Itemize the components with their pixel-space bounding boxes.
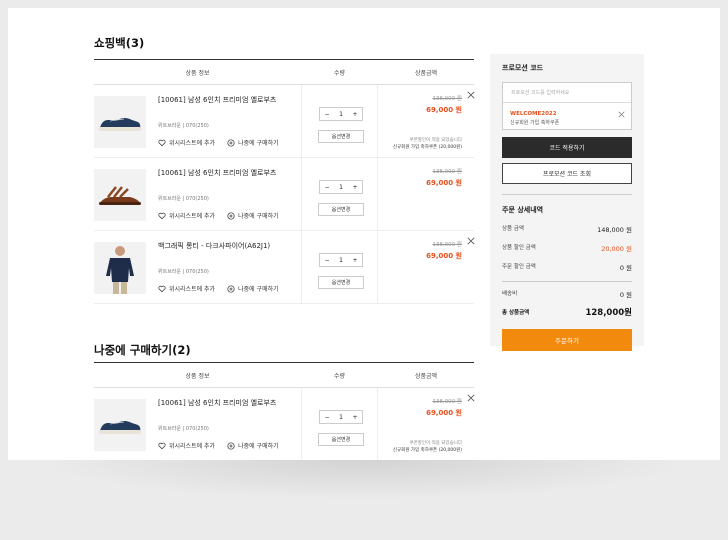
quantity-value: 1 bbox=[339, 413, 343, 421]
buy-later-section: 상품 정보 수량 상품금액 [10061] 남성 6인치 프리미엄 옐로부츠 위… bbox=[94, 362, 475, 460]
quantity-value: 1 bbox=[339, 110, 343, 118]
heart-icon bbox=[158, 212, 166, 219]
wishlist-button[interactable]: 위시리스트에 추가 bbox=[158, 441, 215, 450]
product-image-sneaker[interactable] bbox=[94, 399, 146, 451]
minus-button[interactable]: − bbox=[320, 257, 334, 264]
heart-icon bbox=[158, 139, 166, 146]
close-icon[interactable] bbox=[467, 91, 475, 99]
sale-price: 69,000 원 bbox=[426, 179, 462, 187]
original-price: 138,000 원 bbox=[432, 242, 462, 248]
original-price: 138,000 원 bbox=[432, 169, 462, 175]
header-info: 상품 정보 bbox=[185, 372, 210, 380]
heart-icon bbox=[158, 442, 166, 449]
table-row: [10061] 남성 6인치 프리미엄 옐로부츠 위트브라운 | 070(250… bbox=[94, 158, 474, 231]
buy-later-button[interactable]: 나중에 구매하기 bbox=[227, 284, 279, 293]
quantity-value: 1 bbox=[339, 256, 343, 264]
buy-later-title: 나중에 구매하기(2) bbox=[94, 343, 191, 357]
table-row: 백그래픽 롱티 - 다크사파이어(A62J1) 위트브라운 | 070(250)… bbox=[94, 231, 475, 304]
product-image-longsleeve[interactable] bbox=[94, 242, 146, 294]
header-price: 상품금액 bbox=[414, 69, 438, 77]
table-header: 상품 정보 수량 상품금액 bbox=[94, 59, 474, 85]
heart-icon bbox=[158, 285, 166, 292]
product-option: 위트브라운 | 070(250) bbox=[158, 269, 209, 275]
buy-later-button[interactable]: 나중에 구매하기 bbox=[227, 211, 279, 220]
quantity-stepper: − 1 + bbox=[319, 107, 363, 121]
sale-price: 69,000 원 bbox=[426, 106, 462, 114]
summary-row: 상품 할인 금액 20,000 원 bbox=[502, 245, 632, 253]
plus-circle-icon bbox=[227, 284, 235, 293]
change-option-button[interactable]: 옵션변경 bbox=[318, 433, 364, 446]
product-name[interactable]: [10061] 남성 6인치 프리미엄 옐로부츠 bbox=[158, 95, 288, 106]
applied-coupon-desc: 신규회원 가입 축하쿠폰 bbox=[510, 120, 560, 126]
header-price: 상품금액 bbox=[414, 372, 438, 380]
wishlist-button[interactable]: 위시리스트에 추가 bbox=[158, 211, 215, 220]
total-row: 총 상품금액 128,000원 bbox=[502, 308, 632, 318]
minus-button[interactable]: − bbox=[320, 184, 334, 191]
buy-later-button[interactable]: 나중에 구매하기 bbox=[227, 138, 279, 147]
change-option-button[interactable]: 옵션변경 bbox=[318, 130, 364, 143]
summary-row: 상품 금액 148,000 원 bbox=[502, 226, 632, 234]
change-option-button[interactable]: 옵션변경 bbox=[318, 276, 364, 289]
apply-code-button[interactable]: 코드 적용하기 bbox=[502, 137, 632, 158]
table-header: 상품 정보 수량 상품금액 bbox=[94, 362, 474, 388]
change-option-button[interactable]: 옵션변경 bbox=[318, 203, 364, 216]
total-amount: 128,000원 bbox=[585, 308, 632, 318]
buy-later-button[interactable]: 나중에 구매하기 bbox=[227, 441, 279, 450]
quantity-stepper: − 1 + bbox=[319, 180, 363, 194]
minus-button[interactable]: − bbox=[320, 111, 334, 118]
plus-button[interactable]: + bbox=[348, 184, 362, 191]
table-row: [10061] 남성 6인치 프리미엄 옐로부츠 위트브라운 | 070(250… bbox=[94, 388, 475, 460]
plus-circle-icon bbox=[227, 211, 235, 220]
shopping-bag-title: 쇼핑백(3) bbox=[94, 36, 145, 50]
wishlist-button[interactable]: 위시리스트에 추가 bbox=[158, 284, 215, 293]
coupon-note: 쿠폰할인이 적용 되었습니다 bbox=[409, 138, 462, 143]
shipping-row: 배송비 0 원 bbox=[502, 291, 632, 299]
coupon-note: 쿠폰할인이 적용 되었습니다 bbox=[409, 441, 462, 446]
promo-box: 프로모션 코드를 입력하세요 WELCOME2022 신규회원 가입 축하쿠폰 bbox=[502, 82, 632, 130]
sale-price: 69,000 원 bbox=[426, 409, 462, 417]
product-image-sandal[interactable] bbox=[94, 169, 146, 221]
product-option: 위트브라운 | 070(250) bbox=[158, 196, 209, 202]
close-icon[interactable] bbox=[467, 394, 475, 402]
order-summary-panel: 프로모션 코드 프로모션 코드를 입력하세요 WELCOME2022 신규회원 … bbox=[490, 54, 644, 351]
promo-input[interactable]: 프로모션 코드를 입력하세요 bbox=[503, 83, 631, 103]
product-option: 위트브라운 | 070(250) bbox=[158, 123, 209, 129]
product-name[interactable]: 백그래픽 롱티 - 다크사파이어(A62J1) bbox=[158, 241, 288, 252]
plus-button[interactable]: + bbox=[348, 257, 362, 264]
product-name[interactable]: [10061] 남성 6인치 프리미엄 옐로부츠 bbox=[158, 168, 288, 179]
quantity-stepper: − 1 + bbox=[319, 410, 363, 424]
product-option: 위트브라운 | 070(250) bbox=[158, 426, 209, 432]
quantity-value: 1 bbox=[339, 183, 343, 191]
applied-coupon-code: WELCOME2022 bbox=[510, 111, 557, 117]
header-qty: 수량 bbox=[333, 69, 346, 77]
product-name[interactable]: [10061] 남성 6인치 프리미엄 옐로부츠 bbox=[158, 398, 288, 409]
coupon-detail: 신규회원 가입 축하쿠폰 (20,000원) bbox=[392, 145, 462, 150]
quantity-stepper: − 1 + bbox=[319, 253, 363, 267]
header-info: 상품 정보 bbox=[185, 69, 210, 77]
lookup-code-button[interactable]: 프로모션 코드 조회 bbox=[502, 163, 632, 184]
promo-title: 프로모션 코드 bbox=[502, 64, 544, 72]
plus-button[interactable]: + bbox=[348, 111, 362, 118]
coupon-detail: 신규회원 가입 축하쿠폰 (20,000원) bbox=[392, 448, 462, 453]
close-icon[interactable] bbox=[618, 111, 625, 118]
sale-price: 69,000 원 bbox=[426, 252, 462, 260]
header-qty: 수량 bbox=[333, 372, 346, 380]
plus-button[interactable]: + bbox=[348, 414, 362, 421]
original-price: 138,000 원 bbox=[432, 96, 462, 102]
summary-title: 주문 상세내역 bbox=[502, 206, 544, 214]
plus-circle-icon bbox=[227, 441, 235, 450]
shopping-bag-section: 쇼핑백(3) 상품 정보 수량 상품금액 [10061] 남성 6인치 프리미엄… bbox=[94, 8, 475, 304]
plus-circle-icon bbox=[227, 138, 235, 147]
table-row: [10061] 남성 6인치 프리미엄 옐로부츠 위트브라운 | 070(250… bbox=[94, 85, 475, 158]
cart-page: 쇼핑백(3) 상품 정보 수량 상품금액 [10061] 남성 6인치 프리미엄… bbox=[8, 8, 720, 460]
summary-row: 주문 할인 금액 0 원 bbox=[502, 264, 632, 272]
original-price: 138,000 원 bbox=[432, 399, 462, 405]
product-image-sneaker[interactable] bbox=[94, 96, 146, 148]
order-button[interactable]: 주문하기 bbox=[502, 329, 632, 351]
close-icon[interactable] bbox=[467, 237, 475, 245]
minus-button[interactable]: − bbox=[320, 414, 334, 421]
wishlist-button[interactable]: 위시리스트에 추가 bbox=[158, 138, 215, 147]
